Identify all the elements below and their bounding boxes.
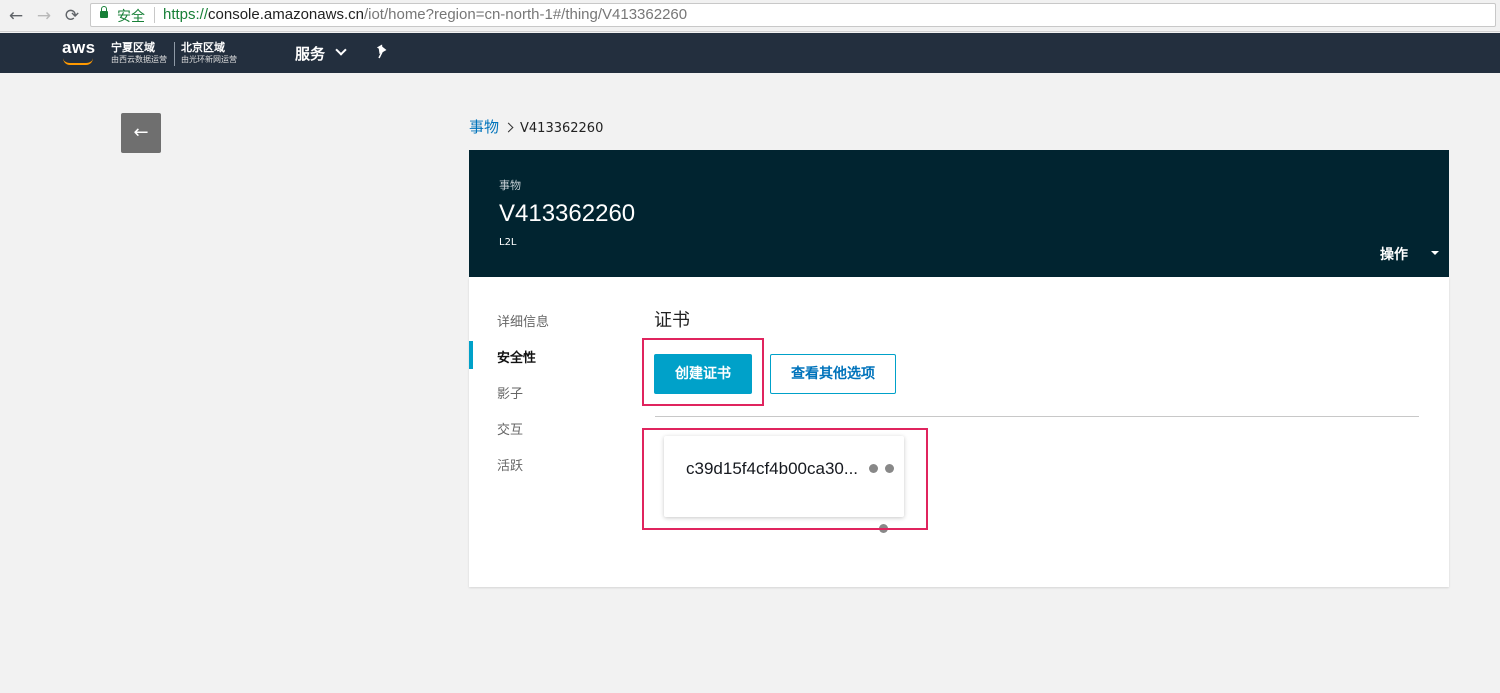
region-name: 宁夏区域 xyxy=(111,41,155,54)
url-text[interactable]: https://console.amazonaws.cn/iot/home?re… xyxy=(163,6,687,23)
highlight-certificate-card xyxy=(642,428,928,530)
address-divider xyxy=(154,7,155,23)
actions-dropdown[interactable]: 操作 xyxy=(1380,244,1408,264)
url-host: console.amazonaws.cn xyxy=(208,6,364,23)
region-operator: 由光环新网运营 xyxy=(181,55,237,64)
lock-icon xyxy=(100,6,108,19)
side-nav-interact[interactable]: 交互 xyxy=(497,419,523,438)
highlight-create-button xyxy=(642,338,764,406)
thing-header: 事物 V413362260 L2L 操作 xyxy=(469,150,1449,277)
region-name: 北京区域 xyxy=(181,41,225,54)
browser-toolbar: ← → ⟳ 安全 https://console.amazonaws.cn/io… xyxy=(0,0,1500,32)
aws-smile-icon xyxy=(63,58,93,65)
arrow-left-icon: ← xyxy=(133,122,149,143)
region-ningxia[interactable]: 宁夏区域 由西云数据运营 xyxy=(111,41,167,65)
thing-type-label: 事物 xyxy=(499,179,521,192)
aws-logo-text: aws xyxy=(62,38,96,57)
pin-icon[interactable] xyxy=(376,44,390,60)
side-nav-details[interactable]: 详细信息 xyxy=(497,311,549,330)
url-scheme: https:// xyxy=(163,6,209,23)
region-operator: 由西云数据运营 xyxy=(111,55,167,64)
aws-logo[interactable]: aws xyxy=(60,38,100,66)
secure-label: 安全 xyxy=(117,8,145,24)
side-nav-shadow[interactable]: 影子 xyxy=(497,383,523,402)
active-indicator xyxy=(469,341,473,369)
chevron-right-icon xyxy=(503,122,514,133)
region-beijing[interactable]: 北京区域 由光环新网运营 xyxy=(181,41,237,65)
thing-name: V413362260 xyxy=(499,200,636,227)
region-divider xyxy=(174,42,175,66)
back-button[interactable]: ← xyxy=(121,113,161,153)
divider xyxy=(655,416,1419,417)
browser-forward-icon[interactable]: → xyxy=(34,6,54,26)
breadcrumb-current: V413362260 xyxy=(520,121,604,136)
breadcrumb-things-link[interactable]: 事物 xyxy=(469,118,499,136)
section-title: 证书 xyxy=(654,310,690,331)
side-nav-security[interactable]: 安全性 xyxy=(497,347,536,366)
breadcrumb: 事物 V413362260 xyxy=(469,116,603,137)
browser-reload-icon[interactable]: ⟳ xyxy=(62,6,82,26)
caret-down-icon[interactable] xyxy=(1431,251,1439,255)
chevron-down-icon[interactable] xyxy=(335,44,347,56)
services-menu-button[interactable]: 服务 xyxy=(295,43,325,64)
security-panel: 详细信息 安全性 影子 交互 活跃 证书 创建证书 查看其他选项 c39d15f… xyxy=(469,277,1449,587)
view-more-options-button[interactable]: 查看其他选项 xyxy=(770,354,896,394)
side-nav-activity[interactable]: 活跃 xyxy=(497,455,523,474)
aws-console-navbar: aws 宁夏区域 由西云数据运营 北京区域 由光环新网运营 服务 xyxy=(0,33,1500,73)
thing-subtype: L2L xyxy=(499,237,517,248)
browser-back-icon[interactable]: ← xyxy=(6,6,26,26)
address-bar[interactable]: 安全 https://console.amazonaws.cn/iot/home… xyxy=(90,3,1496,27)
url-path: /iot/home?region=cn-north-1#/thing/V4133… xyxy=(363,6,688,23)
